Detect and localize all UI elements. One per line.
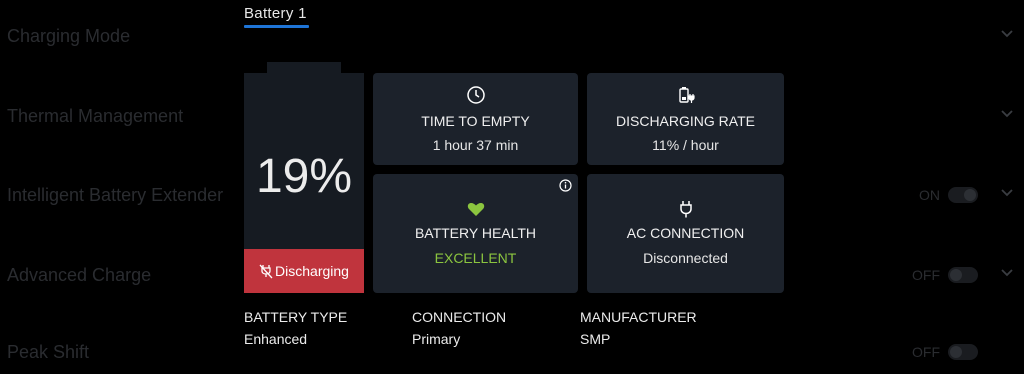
tab-battery-1[interactable]: Battery 1 [244, 5, 307, 22]
setting-label: Intelligent Battery Extender [7, 185, 224, 205]
discharging-rate-title: DISCHARGING RATE [616, 113, 755, 129]
discharging-rate-value: 11% / hour [652, 137, 719, 153]
toggle-state-label: OFF [912, 267, 940, 283]
battery-status-badge: Discharging [244, 249, 364, 293]
battery-percent: 19% [255, 150, 353, 203]
toggle-knob [950, 346, 962, 358]
toggle-knob [964, 189, 976, 201]
chevron-down-icon[interactable] [1000, 185, 1014, 199]
chevron-down-icon[interactable] [1000, 265, 1014, 279]
manufacturer-value: SMP [580, 331, 611, 347]
ac-connection-value: Disconnected [643, 250, 728, 266]
setting-label: Charging Mode [7, 26, 131, 46]
plug-icon [676, 199, 696, 219]
discharging-rate-card: DISCHARGING RATE 11% / hour [587, 73, 784, 165]
setting-row-charging-mode[interactable]: Charging Mode [0, 18, 1024, 58]
chevron-down-icon[interactable] [1000, 26, 1014, 40]
toggle-switch[interactable] [948, 267, 978, 283]
battery-health-card: BATTERY HEALTH EXCELLENT [373, 174, 578, 293]
ac-connection-card: AC CONNECTION Disconnected [587, 174, 784, 293]
manufacturer-label: MANUFACTURER [580, 309, 697, 325]
chevron-down-icon[interactable] [1000, 106, 1014, 120]
time-to-empty-card: TIME TO EMPTY 1 hour 37 min [373, 73, 578, 165]
battery-type-detail: BATTERY TYPE Enhanced [244, 309, 347, 347]
manufacturer-detail: MANUFACTURER SMP [580, 309, 697, 347]
time-to-empty-value: 1 hour 37 min [432, 137, 519, 153]
setting-label: Peak Shift [7, 342, 90, 362]
setting-label: Advanced Charge [7, 265, 152, 285]
unplugged-icon [259, 263, 273, 279]
battery-type-label: BATTERY TYPE [244, 309, 348, 325]
connection-label: CONNECTION [412, 309, 507, 325]
battery-health-title: BATTERY HEALTH [414, 225, 537, 241]
setting-row-peak-shift[interactable]: Peak Shift OFF [0, 334, 1024, 374]
battery-type-value: Enhanced [244, 331, 308, 347]
toggle-knob [950, 269, 962, 281]
ac-connection-title: AC CONNECTION [626, 225, 745, 241]
heart-icon [466, 199, 486, 219]
setting-label: Thermal Management [7, 106, 184, 126]
battery-health-value: EXCELLENT [434, 250, 517, 266]
battery-plug-icon [676, 85, 696, 105]
time-to-empty-title: TIME TO EMPTY [421, 113, 530, 129]
connection-value: Primary [412, 331, 461, 347]
toggle-state-label: ON [919, 187, 940, 203]
clock-icon [466, 85, 486, 105]
connection-detail: CONNECTION Primary [412, 309, 506, 347]
battery-graphic: 19% Discharging [244, 73, 364, 293]
info-icon[interactable] [559, 179, 572, 192]
toggle-switch[interactable] [948, 187, 978, 203]
tab-active-indicator [244, 25, 309, 28]
battery-status-label: Discharging [275, 263, 349, 279]
